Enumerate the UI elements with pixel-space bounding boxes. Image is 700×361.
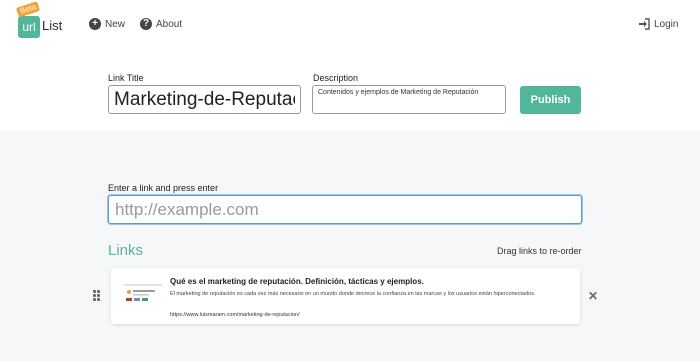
drag-hint: Drag links to re-order <box>497 246 582 256</box>
question-circle-icon: ? <box>140 18 152 30</box>
login-label: Login <box>654 18 679 30</box>
drag-handle-icon[interactable] <box>93 290 101 302</box>
link-thumbnail <box>121 278 165 312</box>
remove-link-icon[interactable]: ✕ <box>588 290 598 302</box>
link-title[interactable]: Qué es el marketing de reputación. Defin… <box>170 277 424 286</box>
logo-url-badge: url <box>18 16 40 38</box>
about-label: About <box>156 18 183 30</box>
link-description: El marketing de reputación es cada vez m… <box>170 291 536 297</box>
description-input[interactable]: Contenidos y ejemplos de Marketing de Re… <box>312 85 506 114</box>
about-button[interactable]: ? About <box>140 18 182 30</box>
link-title-label: Link Title <box>108 73 144 83</box>
link-card[interactable]: Qué es el marketing de reputación. Defin… <box>111 268 580 324</box>
sign-in-icon <box>639 18 650 30</box>
new-button[interactable]: + New <box>89 18 125 30</box>
plus-circle-icon: + <box>89 18 101 30</box>
header-section: url List Beta + New ? About Login Link T… <box>0 0 700 131</box>
new-label: New <box>105 18 126 30</box>
logo-list-text: List <box>42 18 63 33</box>
link-title-input[interactable] <box>108 85 301 114</box>
links-heading: Links <box>108 242 144 259</box>
link-url[interactable]: https://www.luismaram.com/marketing-de-r… <box>170 312 300 318</box>
add-link-input[interactable] <box>108 195 582 224</box>
publish-button[interactable]: Publish <box>520 86 581 114</box>
login-button[interactable]: Login <box>638 18 678 30</box>
add-link-label: Enter a link and press enter <box>108 183 219 193</box>
logo[interactable]: url List Beta <box>16 1 76 40</box>
description-label: Description <box>313 73 359 83</box>
